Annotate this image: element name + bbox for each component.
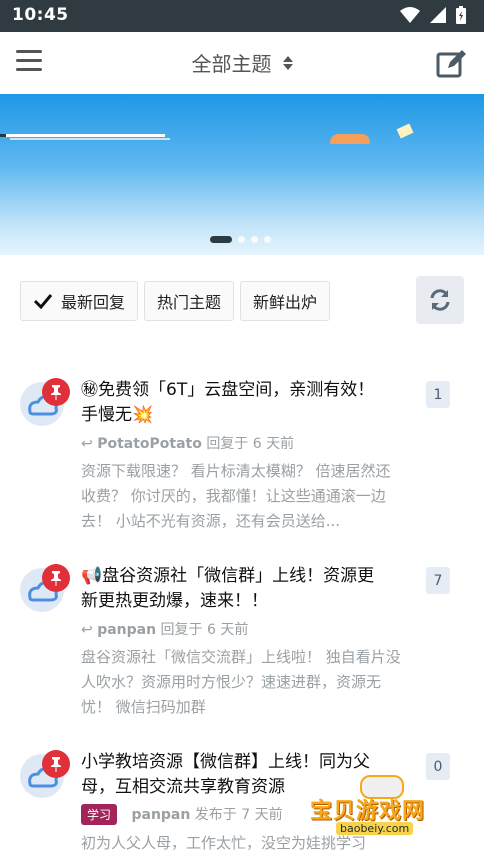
refresh-button[interactable] xyxy=(416,276,464,324)
status-bar: 10:45 xyxy=(0,0,484,32)
tab-label: 新鲜出炉 xyxy=(253,293,318,312)
page-title: 全部主题 xyxy=(191,52,272,76)
banner-plane xyxy=(0,134,165,137)
post-author[interactable]: panpan xyxy=(97,622,156,638)
refresh-icon xyxy=(430,289,450,311)
post-author[interactable]: panpan xyxy=(131,807,190,823)
signal-icon xyxy=(430,7,446,23)
pin-icon xyxy=(42,750,70,778)
check-icon xyxy=(33,294,53,309)
post-author[interactable]: PotatoPotato xyxy=(97,436,202,452)
carousel-dot[interactable] xyxy=(264,236,271,243)
carousel-dot[interactable] xyxy=(238,236,245,243)
banner-carousel[interactable] xyxy=(0,94,484,255)
banner-paper-plane xyxy=(396,123,414,139)
status-time: 10:45 xyxy=(12,5,69,25)
sort-icon xyxy=(282,55,293,70)
carousel-dot[interactable] xyxy=(251,236,258,243)
post-title[interactable]: 📢盘谷资源社「微信群」上线！资源更新更热更劲爆，速来！！ xyxy=(81,564,391,614)
post-time: 回复于 6 天前 xyxy=(160,622,249,638)
watermark-url: baobeiy.com xyxy=(336,822,414,835)
carousel-dot-active[interactable] xyxy=(210,236,232,243)
wifi-icon xyxy=(400,7,420,23)
post-meta: ↩ panpan 回复于 6 天前 xyxy=(81,619,248,639)
watermark-logo: 宝贝游戏网 baobeiy.com xyxy=(300,775,450,845)
carousel-indicator xyxy=(210,236,271,243)
banner-cloud xyxy=(330,134,370,144)
topic-selector[interactable]: 全部主题 xyxy=(0,48,484,77)
post-meta: 学习 panpan 发布于 7 天前 xyxy=(81,804,283,825)
category-tag[interactable]: 学习 xyxy=(81,804,118,825)
post-time: 发布于 7 天前 xyxy=(194,807,283,823)
tab-newest[interactable]: 新鲜出炉 xyxy=(240,281,331,321)
post-time: 回复于 6 天前 xyxy=(206,436,295,452)
post-title[interactable]: ㊙免费领「6T」云盘空间，亲测有效！手慢无💥 xyxy=(81,378,391,428)
post-excerpt: 盘谷资源社「微信交流群」上线啦！ 独自看片没人吹水？资源用时方恨少？速速进群，资… xyxy=(81,648,401,716)
compose-icon[interactable] xyxy=(436,48,468,78)
post-meta: ↩ PotatoPotato 回复于 6 天前 xyxy=(81,433,294,453)
reply-icon: ↩ xyxy=(81,436,93,452)
reply-count: 1 xyxy=(426,381,450,408)
reply-count: 7 xyxy=(426,567,450,594)
tab-latest-replies[interactable]: 最新回复 xyxy=(20,281,139,321)
filter-tabs: 最新回复 热门主题 新鲜出炉 xyxy=(20,281,331,321)
tab-label: 热门主题 xyxy=(157,293,222,312)
pin-icon xyxy=(42,564,70,592)
post-excerpt: 资源下载限速？ 看片标清太模糊？ 倍速居然还收费？ 你讨厌的，我都懂！让这些通通… xyxy=(81,462,391,530)
banner-contrail xyxy=(10,138,170,140)
battery-icon xyxy=(456,6,466,24)
reply-icon: ↩ xyxy=(81,622,93,638)
pin-icon xyxy=(42,378,70,406)
app-bar: 全部主题 xyxy=(0,32,484,95)
tab-hot-topics[interactable]: 热门主题 xyxy=(144,281,235,321)
tab-label: 最新回复 xyxy=(61,293,126,312)
watermark-text: 宝贝游戏网 xyxy=(310,799,426,824)
status-icons xyxy=(400,6,466,24)
